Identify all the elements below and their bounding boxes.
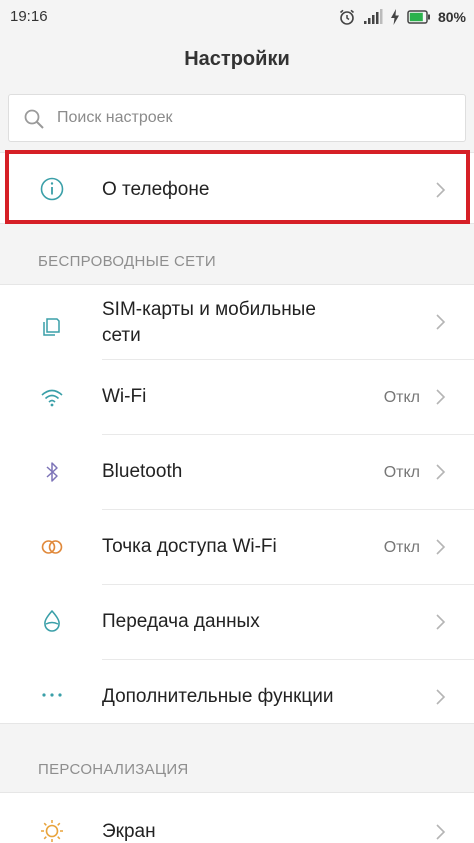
status-bar: 19:16 80% bbox=[0, 0, 474, 34]
bluetooth-icon bbox=[46, 462, 58, 482]
wifi-icon bbox=[41, 389, 63, 407]
wireless-card: SIM-карты и мобильные сети Wi-Fi Откл Bl… bbox=[0, 284, 474, 724]
wifi-status: Откл bbox=[383, 389, 420, 406]
hotspot-item[interactable]: Точка доступа Wi-Fi Откл bbox=[0, 510, 474, 584]
hotspot-label: Точка доступа Wi-Fi bbox=[102, 536, 277, 557]
bluetooth-status: Откл bbox=[383, 464, 420, 481]
signal-icon bbox=[363, 9, 383, 24]
sim-cards-label-line2: сети bbox=[102, 325, 141, 346]
chevron-right-icon bbox=[436, 314, 446, 330]
status-icons: 80% bbox=[338, 7, 466, 27]
wifi-item[interactable]: Wi-Fi Откл bbox=[0, 360, 474, 434]
highlight-box bbox=[5, 150, 470, 224]
display-icon bbox=[41, 820, 63, 842]
additional-functions-label: Дополнительные функции bbox=[102, 686, 334, 707]
hotspot-status: Откл bbox=[383, 539, 420, 556]
display-label: Экран bbox=[102, 821, 156, 842]
header: Настройки bbox=[0, 34, 474, 84]
wifi-label: Wi-Fi bbox=[102, 386, 147, 407]
sim-cards-icon bbox=[43, 318, 60, 336]
chevron-right-icon bbox=[436, 464, 446, 480]
bluetooth-label: Bluetooth bbox=[102, 461, 183, 482]
display-item[interactable]: Экран bbox=[0, 793, 474, 843]
chevron-right-icon bbox=[436, 824, 446, 840]
status-time: 19:16 bbox=[10, 8, 48, 25]
search-input[interactable] bbox=[57, 96, 452, 140]
battery-percent: 80% bbox=[437, 9, 466, 25]
sim-cards-item[interactable]: SIM-карты и мобильные сети bbox=[0, 285, 474, 359]
bluetooth-item[interactable]: Bluetooth Откл bbox=[0, 435, 474, 509]
chevron-right-icon bbox=[436, 389, 446, 405]
data-usage-icon bbox=[44, 610, 60, 632]
additional-functions-item[interactable]: Дополнительные функции bbox=[0, 660, 474, 724]
search-icon bbox=[24, 109, 44, 129]
hotspot-icon bbox=[41, 540, 63, 554]
chevron-right-icon bbox=[436, 614, 446, 630]
chevron-right-icon bbox=[436, 689, 446, 705]
data-usage-item[interactable]: Передача данных bbox=[0, 585, 474, 659]
chevron-right-icon bbox=[436, 539, 446, 555]
data-usage-label: Передача данных bbox=[102, 611, 260, 632]
more-dots-icon bbox=[42, 693, 62, 697]
alarm-icon bbox=[339, 9, 354, 25]
personalization-card: Экран bbox=[0, 792, 474, 843]
section-header-wireless: БЕСПРОВОДНЫЕ СЕТИ bbox=[38, 253, 216, 270]
search-box[interactable] bbox=[8, 94, 466, 142]
page-title: Настройки bbox=[184, 48, 290, 70]
charging-icon bbox=[390, 9, 399, 25]
battery-icon bbox=[407, 10, 430, 24]
sim-cards-label-line1: SIM-карты и мобильные bbox=[102, 299, 316, 320]
section-header-personalization: ПЕРСОНАЛИЗАЦИЯ bbox=[38, 761, 189, 778]
